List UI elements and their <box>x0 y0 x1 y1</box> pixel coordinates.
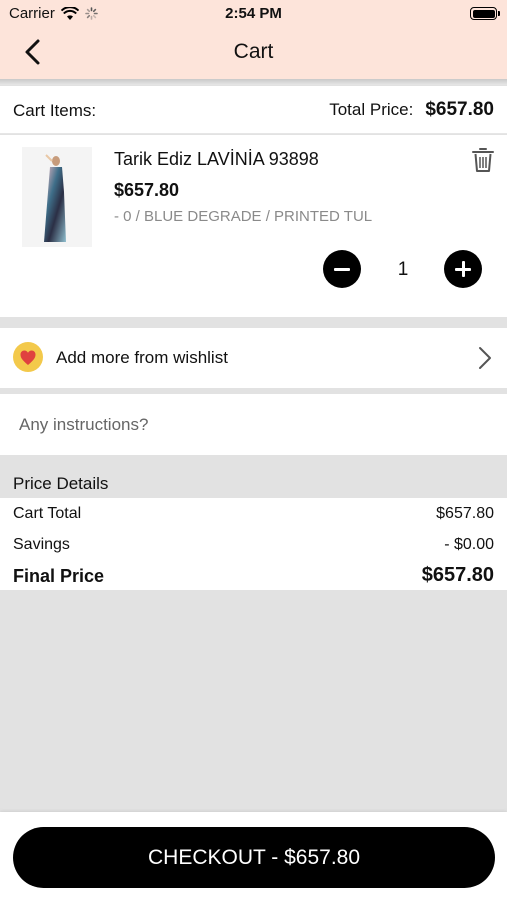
product-name[interactable]: Tarik Ediz LAVİNİA 93898 <box>114 149 319 170</box>
savings-label: Savings <box>13 536 70 553</box>
product-variant: - 0 / BLUE DEGRADE / PRINTED TUL <box>114 208 373 225</box>
instructions-input[interactable] <box>0 394 507 455</box>
total-price: Total Price: $657.80 <box>329 99 494 121</box>
nav-bar: Cart <box>0 28 507 79</box>
header-shadow <box>0 79 507 85</box>
price-details-heading: Price Details <box>13 474 109 493</box>
heart-icon <box>13 342 43 372</box>
cart-total-value: $657.80 <box>436 505 494 522</box>
wishlist-label: Add more from wishlist <box>56 348 228 367</box>
cart-item: Tarik Ediz LAVİNİA 93898 $657.80 - 0 / B… <box>0 135 507 317</box>
status-bar: Carrier 2:54 PM <box>0 0 507 28</box>
savings-row: Savings - $0.00 <box>13 536 494 554</box>
battery-icon <box>470 7 500 20</box>
total-price-value: $657.80 <box>425 99 494 120</box>
trash-icon[interactable] <box>471 147 495 173</box>
instructions-box <box>0 394 507 455</box>
quantity-value: 1 <box>397 259 409 280</box>
final-price-row: Final Price $657.80 <box>13 564 494 587</box>
savings-value: - $0.00 <box>444 536 494 553</box>
price-details: Cart Total $657.80 Savings - $0.00 Final… <box>0 498 507 590</box>
cart-items-label: Cart Items: <box>13 101 97 120</box>
header: Carrier 2:54 PM Cart <box>0 0 507 79</box>
final-price-label: Final Price <box>13 566 105 586</box>
cart-total-row: Cart Total $657.80 <box>13 505 494 523</box>
final-price-value: $657.80 <box>421 564 494 586</box>
product-thumbnail[interactable] <box>22 147 92 247</box>
product-price: $657.80 <box>114 180 180 200</box>
page-title: Cart <box>233 40 274 63</box>
wishlist-row[interactable]: Add more from wishlist <box>0 328 507 388</box>
decrease-quantity-button[interactable] <box>323 250 361 288</box>
total-price-label: Total Price: <box>329 100 414 119</box>
chevron-right-icon <box>479 347 491 369</box>
cart-summary: Cart Items: Total Price: $657.80 <box>0 86 507 134</box>
checkout-bar: CHECKOUT - $657.80 <box>0 812 507 900</box>
checkout-button[interactable]: CHECKOUT - $657.80 <box>13 827 495 888</box>
clock: 2:54 PM <box>225 5 282 22</box>
cart-total-label: Cart Total <box>13 505 82 522</box>
increase-quantity-button[interactable] <box>444 250 482 288</box>
